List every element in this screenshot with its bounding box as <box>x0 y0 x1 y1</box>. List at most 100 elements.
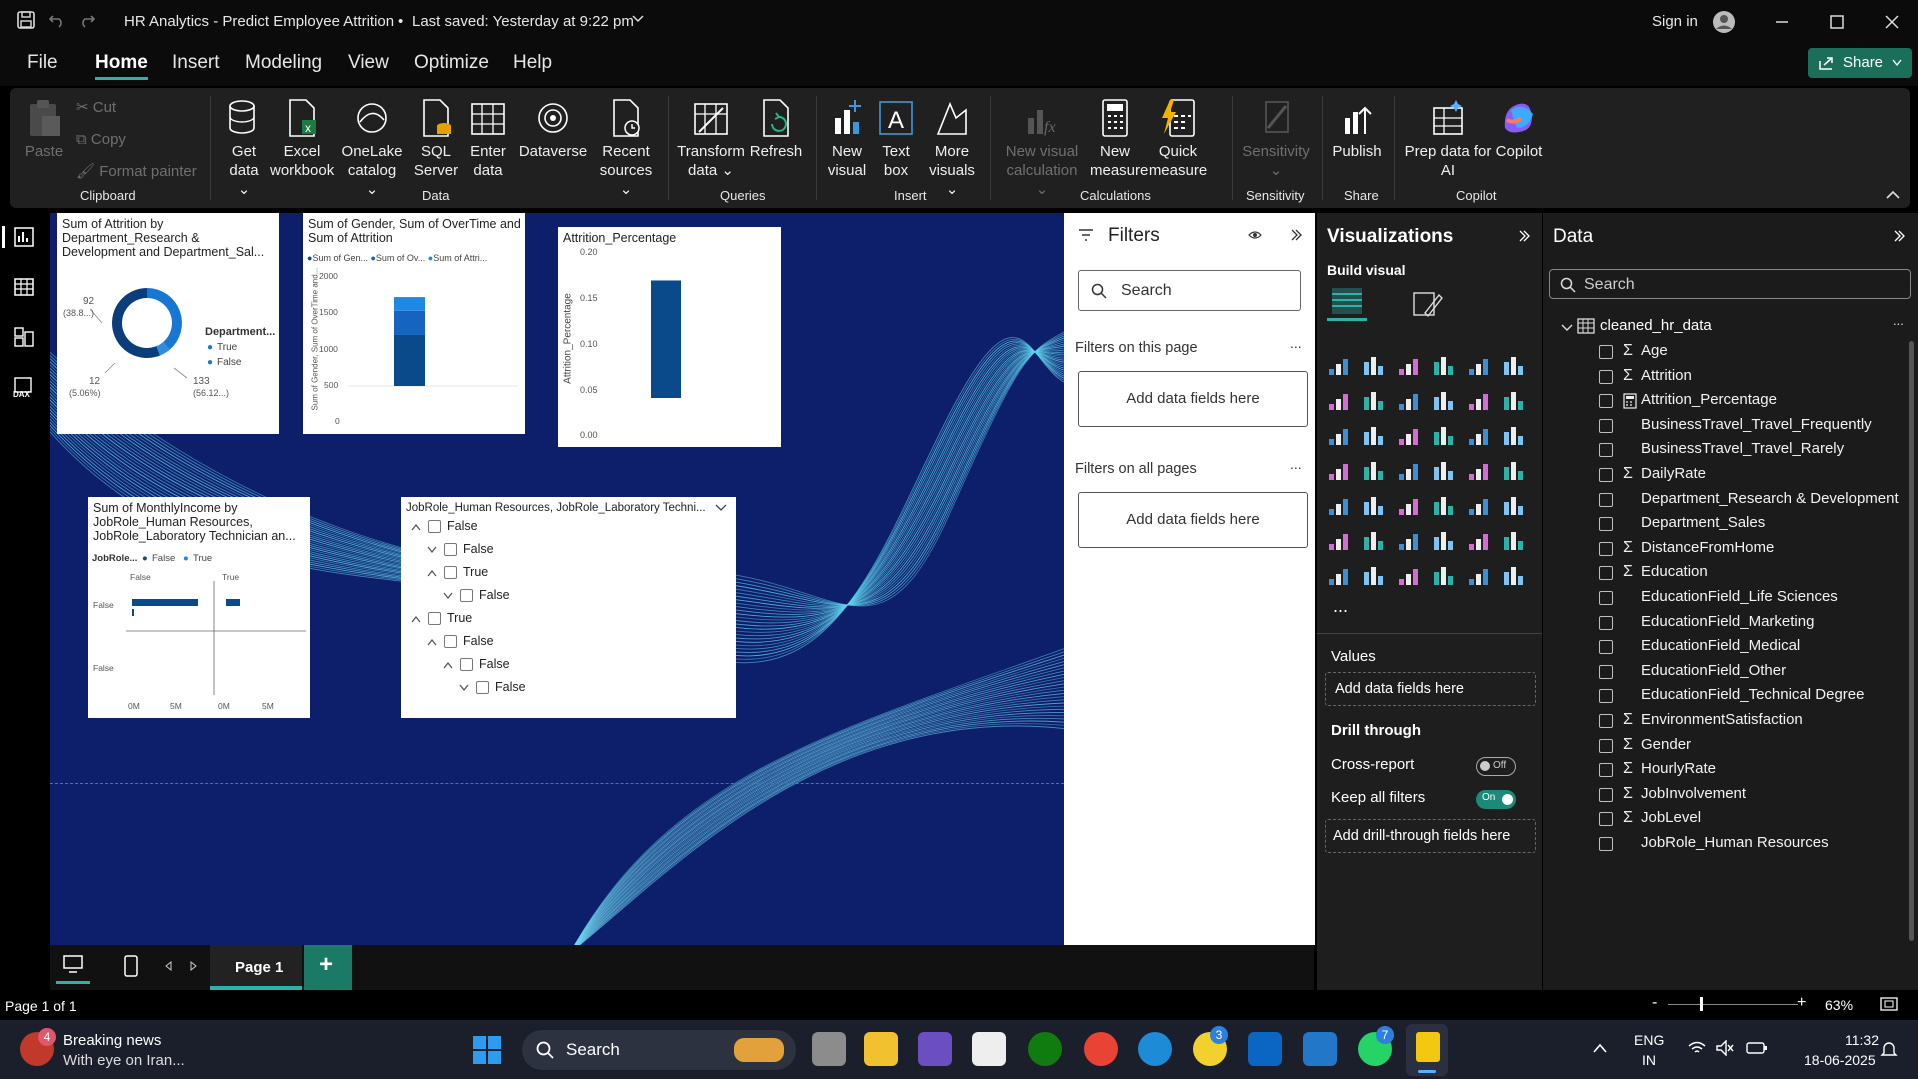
pie-visual-icon[interactable] <box>1465 423 1491 449</box>
language-region[interactable]: IN <box>1642 1052 1656 1068</box>
file-explorer-icon[interactable] <box>864 1032 898 1066</box>
field-item[interactable]: EducationField_Life Sciences <box>1543 587 1903 609</box>
slicer-checkbox[interactable] <box>460 658 473 671</box>
clock-date[interactable]: 18-06-2025 <box>1804 1052 1876 1068</box>
income-bar[interactable] <box>132 599 198 606</box>
phone-layout-icon[interactable] <box>124 955 138 977</box>
smart-narrative-visual-icon[interactable] <box>1465 528 1491 554</box>
chevron-up-icon[interactable] <box>443 661 453 669</box>
more-visuals-button[interactable]: More visuals ⌄ <box>922 98 982 199</box>
field-item[interactable]: Σ HourlyRate <box>1543 759 1903 781</box>
field-checkbox[interactable] <box>1599 492 1613 507</box>
chevron-down-icon[interactable] <box>427 546 437 554</box>
field-item[interactable]: Σ JobInvolvement <box>1543 784 1903 806</box>
data-pane-scrollbar[interactable] <box>1909 341 1914 941</box>
stacked-bar-segment[interactable] <box>394 310 425 335</box>
table-view-icon[interactable] <box>13 276 35 298</box>
field-checkbox[interactable] <box>1599 787 1613 802</box>
stacked-column-visual-icon[interactable] <box>1360 353 1386 379</box>
collapse-pane-icon[interactable] <box>1893 230 1905 242</box>
key-influencers-visual-icon[interactable] <box>1360 528 1386 554</box>
power-apps-visual-icon[interactable] <box>1395 563 1421 589</box>
chevron-up-icon[interactable] <box>427 569 437 577</box>
field-item[interactable]: Attrition_Percentage <box>1543 390 1903 412</box>
slicer-checkbox[interactable] <box>476 681 489 694</box>
field-item[interactable]: Σ DailyRate <box>1543 464 1903 486</box>
cut-button[interactable]: ✂ Cut <box>76 98 116 117</box>
menu-insert[interactable]: Insert <box>172 52 220 74</box>
menu-view[interactable]: View <box>348 52 389 74</box>
linkedin-icon[interactable] <box>1248 1032 1282 1066</box>
table-name[interactable]: cleaned_hr_data <box>1600 317 1712 334</box>
publish-button[interactable]: Publish <box>1328 98 1386 161</box>
store-icon[interactable] <box>972 1032 1006 1066</box>
fit-to-page-icon[interactable] <box>1880 997 1898 1011</box>
desktop-layout-button[interactable] <box>56 950 90 984</box>
volume-muted-icon[interactable] <box>1716 1040 1734 1056</box>
copilot-button[interactable]: Copilot <box>1484 98 1554 161</box>
slicer-checkbox[interactable] <box>460 589 473 602</box>
chevron-up-icon[interactable] <box>1592 1042 1608 1054</box>
azure-map-visual-icon[interactable] <box>1430 458 1456 484</box>
filters-search-input[interactable]: Search <box>1078 270 1301 311</box>
dax-query-view-icon[interactable]: DAX <box>11 376 37 398</box>
sign-in-link[interactable]: Sign in <box>1652 13 1698 30</box>
field-checkbox[interactable] <box>1599 689 1613 704</box>
chevron-down-icon[interactable] <box>459 684 469 692</box>
prev-page-icon[interactable] <box>164 961 172 971</box>
treemap-visual-icon[interactable] <box>1325 458 1351 484</box>
new-measure-button[interactable]: New measure <box>1090 98 1148 180</box>
100-column-visual-icon[interactable] <box>1500 353 1525 379</box>
python-visual-visual-icon[interactable] <box>1325 528 1351 554</box>
vscode-icon[interactable] <box>1303 1032 1337 1066</box>
chevron-up-icon[interactable] <box>411 615 421 623</box>
chevron-down-icon[interactable] <box>632 14 644 24</box>
ribbon-visual-icon[interactable] <box>1325 423 1351 449</box>
save-icon[interactable] <box>16 10 36 30</box>
field-item[interactable]: EducationField_Technical Degree <box>1543 685 1903 707</box>
field-item[interactable]: Σ EnvironmentSatisfaction <box>1543 710 1903 732</box>
metrics-visual-icon[interactable] <box>1500 528 1525 554</box>
line-visual-icon[interactable] <box>1325 388 1351 414</box>
field-checkbox[interactable] <box>1599 664 1613 679</box>
next-page-icon[interactable] <box>190 961 198 971</box>
chevron-up-icon[interactable] <box>411 523 421 531</box>
model-view-icon[interactable] <box>13 326 35 348</box>
format-painter-button[interactable]: 🖌 Format painter <box>76 162 197 181</box>
drill-through-dropzone[interactable]: Add drill-through fields here <box>1325 819 1536 853</box>
kpi-visual-icon[interactable] <box>1360 493 1386 519</box>
news-title[interactable]: Breaking news <box>63 1032 161 1049</box>
wifi-icon[interactable] <box>1688 1040 1706 1056</box>
field-item[interactable]: Σ Education <box>1543 562 1903 584</box>
field-item[interactable]: Department_Sales <box>1543 513 1903 535</box>
field-checkbox[interactable] <box>1599 812 1613 827</box>
field-checkbox[interactable] <box>1599 468 1613 482</box>
new-visual-button[interactable]: New visual <box>826 98 868 180</box>
menu-file[interactable]: File <box>27 52 58 74</box>
zoom-in-icon[interactable]: + <box>1797 994 1806 1012</box>
income-bar[interactable] <box>132 609 134 616</box>
collapse-pane-icon[interactable] <box>1518 230 1530 242</box>
report-view-icon[interactable] <box>13 226 35 248</box>
zoom-slider-thumb[interactable] <box>1700 997 1703 1011</box>
avatar-icon[interactable] <box>1712 10 1736 34</box>
excel-workbook-button[interactable]: x Excel workbook <box>270 98 334 180</box>
slicer-checkbox[interactable] <box>444 635 457 648</box>
copilot-app-icon[interactable] <box>918 1032 952 1066</box>
donut-legend-item[interactable]: True <box>217 342 237 353</box>
news-subtitle[interactable]: With eye on Iran... <box>63 1052 185 1069</box>
field-item[interactable]: Σ Age <box>1543 341 1903 363</box>
menu-home[interactable]: Home <box>95 52 148 80</box>
qa-visual-icon[interactable] <box>1430 528 1456 554</box>
tab-page-1[interactable]: Page 1 <box>210 945 302 990</box>
field-checkbox[interactable] <box>1599 418 1613 433</box>
field-item[interactable]: Σ DistanceFromHome <box>1543 538 1903 560</box>
prep-data-for-ai-button[interactable]: Prep data for AI <box>1398 98 1498 180</box>
power-automate-visual-icon[interactable] <box>1430 563 1456 589</box>
stacked-column-visual[interactable]: Sum of Gender, Sum of OverTime and Sum o… <box>303 213 525 434</box>
field-checkbox[interactable] <box>1599 591 1613 605</box>
card-new-visual-icon[interactable] <box>1360 563 1386 589</box>
r-visual-visual-icon[interactable] <box>1500 493 1525 519</box>
slicer-checkbox[interactable] <box>444 543 457 556</box>
stacked-bar-visual-icon[interactable] <box>1325 353 1351 379</box>
